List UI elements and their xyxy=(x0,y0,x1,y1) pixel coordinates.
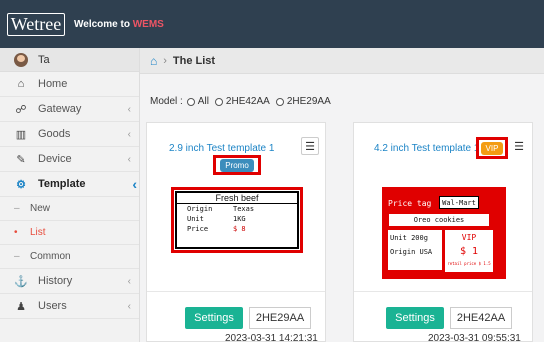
home-icon[interactable]: ⌂ xyxy=(150,54,157,68)
promo-badge: Promo xyxy=(220,158,254,172)
gears-icon: ⚙ xyxy=(16,178,26,191)
product-name: Oreo cookies xyxy=(389,214,489,226)
label-row: Origin Texas xyxy=(187,205,255,213)
anchor-icon: ⚓ xyxy=(14,275,28,288)
label-preview: Price tag Wal-Mart Oreo cookies Unit 200… xyxy=(385,190,503,276)
sidebar-subitem-list[interactable]: • List xyxy=(0,221,139,245)
model-option-all[interactable]: All xyxy=(186,96,209,107)
sidebar-item-history[interactable]: ⚓ History ‹ xyxy=(0,269,139,294)
vip-label: VIP xyxy=(461,233,477,242)
sidebar-item-device[interactable]: ✎ Device ‹ xyxy=(0,147,139,172)
welcome-text: Welcome to WEMS xyxy=(74,18,164,30)
chevron-left-icon: ‹ xyxy=(127,103,131,115)
device-icon: ✎ xyxy=(16,153,26,166)
page-title: The List xyxy=(172,54,216,67)
sidebar: Ta ⌂ Home ☍ Gateway ‹ ▥ Goods ‹ ✎ Device… xyxy=(0,48,140,342)
model-option-2he42aa[interactable]: 2HE42AA xyxy=(214,96,270,107)
radio-icon[interactable] xyxy=(186,97,195,106)
chevron-left-icon: ‹ xyxy=(127,153,131,165)
price-tag-label: Price tag xyxy=(388,199,432,208)
user-icon: ♟ xyxy=(16,300,26,313)
device-mac-field: 2HE29AA xyxy=(249,307,311,329)
chevron-left-icon: ‹ xyxy=(127,300,131,312)
hamburger-menu-button[interactable]: ☰ xyxy=(301,137,319,155)
model-option-2he29aa[interactable]: 2HE29AA xyxy=(275,96,331,107)
barcode-icon: ▥ xyxy=(15,128,27,141)
label-row: Price $ 8 xyxy=(187,225,246,233)
unit-text: Unit 200g xyxy=(390,234,428,242)
model-filter-label: Model : xyxy=(150,96,183,107)
label-preview: Fresh beef Origin Texas Unit 1KG Price $ 8 xyxy=(175,191,299,249)
breadcrumb-separator: › xyxy=(163,54,167,67)
origin-text: Origin USA xyxy=(390,248,433,256)
chevron-left-icon: ‹ xyxy=(127,275,131,287)
settings-button[interactable]: Settings xyxy=(386,307,444,329)
hamburger-menu-button[interactable]: ☰ xyxy=(510,137,528,155)
wetree-logo[interactable]: Wetree xyxy=(4,6,68,42)
device-mac-field: 2HE42AA xyxy=(450,307,512,329)
template-name[interactable]: 4.2 inch Test template 1 xyxy=(374,143,479,154)
label-row: Unit 1KG xyxy=(187,215,246,223)
sidebar-subitem-common[interactable]: – Common xyxy=(0,245,139,269)
timestamp: 2023-03-31 09:55:31 xyxy=(428,333,521,342)
sidebar-item-home[interactable]: ⌂ Home xyxy=(0,72,139,97)
bullet-icon: • xyxy=(14,227,18,238)
radio-icon[interactable] xyxy=(214,97,223,106)
sidebar-item-goods[interactable]: ▥ Goods ‹ xyxy=(0,122,139,147)
user-name: Ta xyxy=(38,53,50,66)
breadcrumb: ⌂ › The List xyxy=(140,48,544,74)
sidebar-item-gateway[interactable]: ☍ Gateway ‹ xyxy=(0,97,139,122)
home-icon: ⌂ xyxy=(17,78,25,90)
store-name: Wal-Mart xyxy=(439,196,479,209)
template-card: 4.2 inch Test template 1 VIP ☰ Price tag… xyxy=(353,122,533,342)
model-filter: Model : All 2HE42AA 2HE29AA xyxy=(150,96,331,107)
template-name[interactable]: 2.9 inch Test template 1 xyxy=(169,143,274,154)
chevron-left-icon: ‹ xyxy=(127,128,131,140)
sitemap-icon: ☍ xyxy=(15,103,27,116)
sidebar-item-users[interactable]: ♟ Users ‹ xyxy=(0,294,139,319)
retail-price: retail price $ 1.5 xyxy=(447,261,491,266)
brand-name: WEMS xyxy=(132,18,164,30)
vip-badge-highlight: VIP xyxy=(476,137,508,159)
timestamp: 2023-03-31 14:21:31 xyxy=(225,333,318,342)
promo-badge-highlight: Promo xyxy=(213,155,261,175)
avatar xyxy=(14,52,28,67)
user-profile[interactable]: Ta xyxy=(0,48,139,72)
chevron-left-icon: ‹ xyxy=(132,176,137,192)
vip-price: $ 1 xyxy=(459,246,479,257)
top-navbar: Wetree Welcome to WEMS xyxy=(0,0,544,48)
radio-icon[interactable] xyxy=(275,97,284,106)
template-card: 2.9 inch Test template 1 ☰ Promo Fresh b… xyxy=(146,122,326,342)
settings-button[interactable]: Settings xyxy=(185,307,243,329)
main-content: Model : All 2HE42AA 2HE29AA 2.9 inch Tes… xyxy=(140,74,544,342)
sidebar-subitem-new[interactable]: – New xyxy=(0,197,139,221)
sidebar-item-template[interactable]: ⚙ Template ‹ xyxy=(0,172,139,197)
label-title: Fresh beef xyxy=(177,193,297,204)
vip-badge: VIP xyxy=(480,141,504,155)
